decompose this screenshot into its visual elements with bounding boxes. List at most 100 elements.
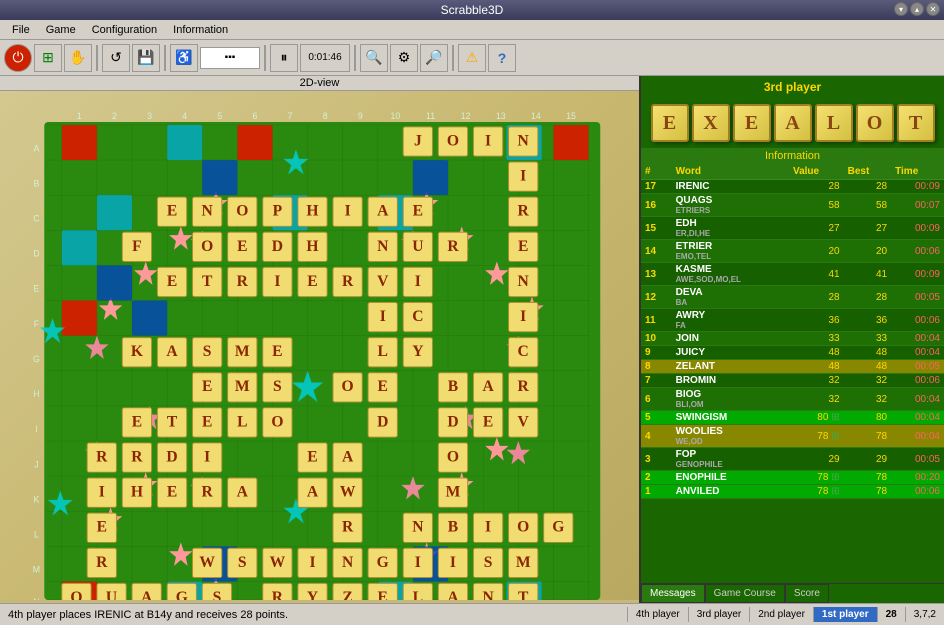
accessibility-button[interactable]: ♿ bbox=[170, 44, 198, 72]
svg-text:C: C bbox=[412, 308, 423, 325]
svg-text:H: H bbox=[131, 484, 143, 501]
hand-button[interactable]: ✋ bbox=[64, 44, 92, 72]
cell-time: 00:06 bbox=[891, 240, 944, 263]
table-row[interactable]: 7 BROMIN 32 32 00:06 bbox=[641, 374, 944, 388]
svg-text:8: 8 bbox=[323, 111, 328, 121]
timer-display: 0:01:46 bbox=[300, 44, 350, 72]
svg-text:15: 15 bbox=[566, 111, 576, 121]
cell-value: 78 ⊞ bbox=[789, 471, 844, 485]
svg-text:D: D bbox=[272, 238, 283, 255]
table-row[interactable]: 4 WOOLIES WE,OD 78 ⊞ 78 00:04 bbox=[641, 425, 944, 448]
settings-button[interactable]: ⚙ bbox=[390, 44, 418, 72]
rack-tile-1[interactable]: X bbox=[692, 104, 730, 142]
svg-text:I: I bbox=[204, 448, 210, 465]
svg-text:N: N bbox=[342, 554, 354, 571]
grid-button[interactable]: ⊞ bbox=[34, 44, 62, 72]
cell-num: 9 bbox=[641, 346, 672, 360]
table-row[interactable]: 3 FOP GENOPHILE 29 29 00:05 bbox=[641, 448, 944, 471]
svg-text:T: T bbox=[518, 589, 529, 600]
status-player-4[interactable]: 4th player bbox=[627, 607, 688, 622]
rack-tile-5[interactable]: O bbox=[856, 104, 894, 142]
svg-text:B: B bbox=[448, 519, 458, 536]
mode-dropdown[interactable]: ▪▪▪ bbox=[200, 47, 260, 69]
svg-text:O: O bbox=[271, 413, 283, 430]
svg-text:D: D bbox=[166, 448, 177, 465]
status-player-3[interactable]: 3rd player bbox=[688, 607, 749, 622]
rack-tile-0[interactable]: E bbox=[651, 104, 689, 142]
table-row[interactable]: 8 ZELANT 48 48 00:05 bbox=[641, 360, 944, 374]
sep1 bbox=[96, 45, 98, 71]
cell-best: 78 bbox=[844, 425, 892, 448]
col-word: Word bbox=[672, 164, 789, 180]
cell-num: 16 bbox=[641, 194, 672, 217]
help-button[interactable]: ? bbox=[488, 44, 516, 72]
svg-text:12: 12 bbox=[461, 111, 471, 121]
svg-text:S: S bbox=[213, 589, 222, 600]
svg-text:E: E bbox=[97, 519, 107, 536]
rack-tile-6[interactable]: T bbox=[897, 104, 935, 142]
menu-file[interactable]: File bbox=[4, 22, 38, 38]
cell-best: 27 bbox=[844, 217, 892, 240]
table-row[interactable]: 10 JOIN 33 33 00:04 bbox=[641, 332, 944, 346]
table-row[interactable]: 6 BIOG BLI,OM 32 32 00:04 bbox=[641, 388, 944, 411]
svg-text:D: D bbox=[33, 249, 39, 259]
svg-text:O: O bbox=[517, 519, 529, 536]
svg-text:B: B bbox=[34, 178, 40, 188]
svg-text:2: 2 bbox=[112, 111, 117, 121]
table-row[interactable]: 15 EDH ER,DI,HE 27 27 00:09 bbox=[641, 217, 944, 240]
cell-value: 27 bbox=[789, 217, 844, 240]
table-row[interactable]: 13 KASME AWE,SOD,MO,EL 41 41 00:09 bbox=[641, 263, 944, 286]
tab-score[interactable]: Score bbox=[785, 584, 829, 603]
table-row[interactable]: 5 SWINGISM 80 ⊞ 80 00:04 bbox=[641, 411, 944, 425]
table-row[interactable]: 12 DEVA BA 28 28 00:05 bbox=[641, 286, 944, 309]
svg-text:10: 10 bbox=[391, 111, 401, 121]
rack-tile-4[interactable]: L bbox=[815, 104, 853, 142]
svg-text:W: W bbox=[340, 484, 356, 501]
table-row[interactable]: 16 QUAGS ETRIERS 58 58 00:07 bbox=[641, 194, 944, 217]
cell-word: EDH ER,DI,HE bbox=[672, 217, 789, 240]
table-row[interactable]: 17 IRENIC 28 28 00:09 bbox=[641, 180, 944, 194]
cell-num: 17 bbox=[641, 180, 672, 194]
cell-time: 00:05 bbox=[891, 286, 944, 309]
cell-value: 33 bbox=[789, 332, 844, 346]
menu-game[interactable]: Game bbox=[38, 22, 84, 38]
cell-word: QUAGS ETRIERS bbox=[672, 194, 789, 217]
cell-time: 00:05 bbox=[891, 360, 944, 374]
tab-game-course[interactable]: Game Course bbox=[705, 584, 785, 603]
info-table: # Word Value Best Time 17 IRENIC 28 28 0… bbox=[641, 164, 944, 499]
cell-time: 00:09 bbox=[891, 263, 944, 286]
pause-button[interactable]: ⏸ bbox=[270, 44, 298, 72]
table-row[interactable]: 11 AWRY FA 36 36 00:06 bbox=[641, 309, 944, 332]
menu-information[interactable]: Information bbox=[165, 22, 236, 38]
status-player-1[interactable]: 1st player bbox=[813, 607, 877, 622]
alert-button[interactable]: ⚠ bbox=[458, 44, 486, 72]
table-row[interactable]: 9 JUICY 48 48 00:04 bbox=[641, 346, 944, 360]
tab-messages[interactable]: Messages bbox=[641, 584, 705, 603]
scrabble-board-svg[interactable]: 123 456 789 101112 131415 ABC DEF GHI JK… bbox=[15, 101, 610, 600]
cell-num: 14 bbox=[641, 240, 672, 263]
table-row[interactable]: 14 ETRIER EMO,TEL 20 20 00:06 bbox=[641, 240, 944, 263]
zoom-button[interactable]: 🔍 bbox=[360, 44, 388, 72]
close-button[interactable]: ✕ bbox=[926, 2, 940, 16]
status-player-2[interactable]: 2nd player bbox=[749, 607, 813, 622]
minimize-button[interactable]: ▾ bbox=[894, 2, 908, 16]
refresh-button[interactable]: ↺ bbox=[102, 44, 130, 72]
rack-tile-2[interactable]: E bbox=[733, 104, 771, 142]
cell-best: 20 bbox=[844, 240, 892, 263]
save-button[interactable]: 💾 bbox=[132, 44, 160, 72]
board-container[interactable]: 123 456 789 101112 131415 ABC DEF GHI JK… bbox=[0, 91, 639, 600]
info-tbody: 17 IRENIC 28 28 00:09 16 QUAGS ETRIERS 5… bbox=[641, 180, 944, 499]
cell-num: 3 bbox=[641, 448, 672, 471]
power-button[interactable]: ⏻ bbox=[4, 44, 32, 72]
menu-configuration[interactable]: Configuration bbox=[84, 22, 165, 38]
status-coords: 3,7,2 bbox=[905, 607, 944, 622]
maximize-button[interactable]: ▴ bbox=[910, 2, 924, 16]
zoom-in-button[interactable]: 🔎 bbox=[420, 44, 448, 72]
table-row[interactable]: 2 ENOPHILE 78 ⊞ 78 00:20 bbox=[641, 471, 944, 485]
svg-text:A: A bbox=[237, 484, 249, 501]
info-section[interactable]: Information # Word Value Best Time 17 IR… bbox=[641, 148, 944, 583]
svg-text:R: R bbox=[447, 238, 459, 255]
table-row[interactable]: 1 ANVILED 78 ⊞ 78 00:06 bbox=[641, 485, 944, 499]
rack-tile-3[interactable]: A bbox=[774, 104, 812, 142]
svg-text:N: N bbox=[518, 132, 530, 149]
